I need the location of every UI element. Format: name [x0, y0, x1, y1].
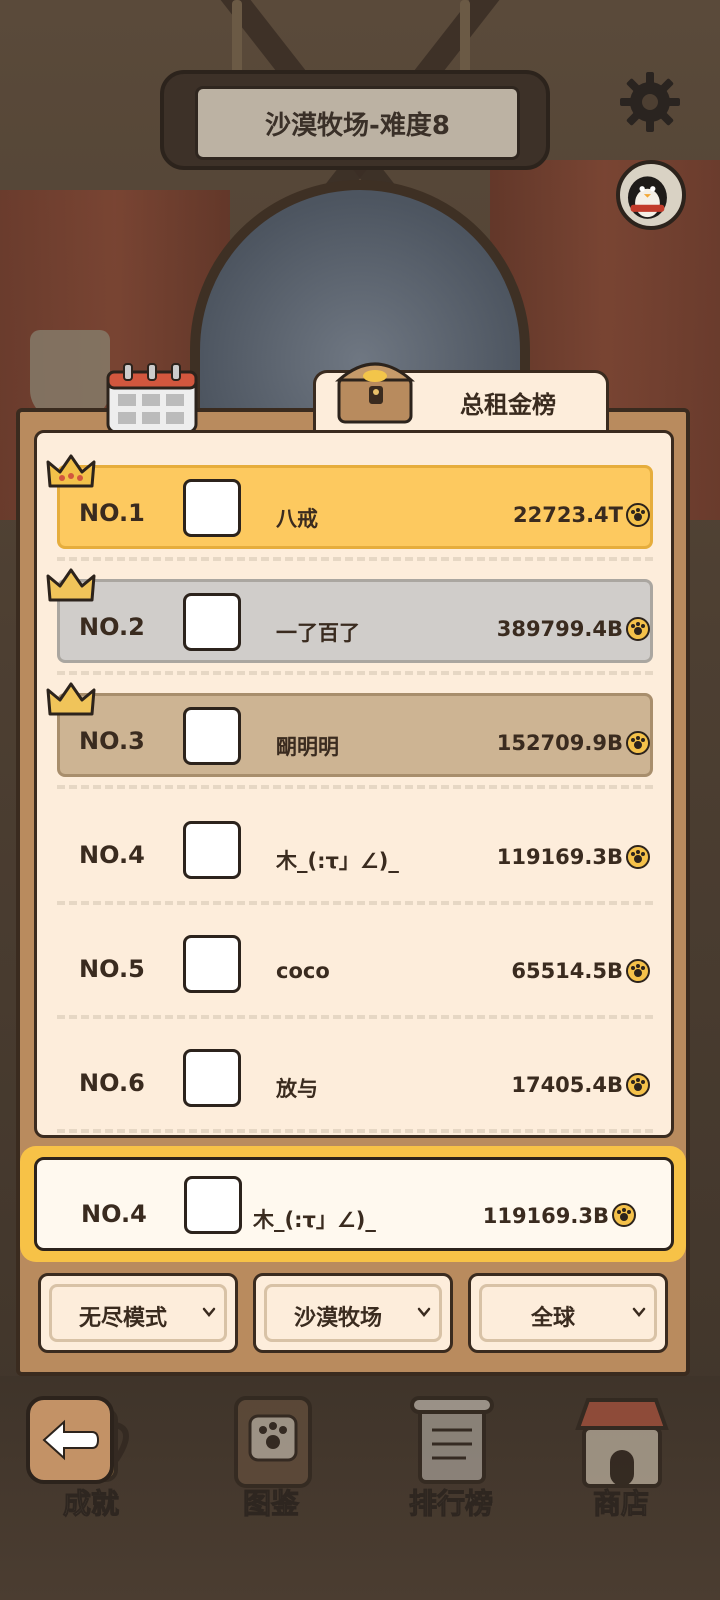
player-score: 65514.5B [511, 959, 623, 983]
nav-label: 成就 [62, 1487, 119, 1521]
tab-total-rent-label: 总租金榜 [460, 391, 556, 419]
bronze-crown-icon [46, 682, 96, 716]
player-avatar[interactable] [183, 479, 241, 537]
row-rank: NO.2 [79, 613, 145, 641]
row-divider [57, 901, 653, 905]
silver-crown-icon [46, 568, 96, 602]
mode-dropdown[interactable]: 无尽模式 [38, 1273, 238, 1353]
region-dropdown[interactable]: 全球 [468, 1273, 668, 1353]
player-name: 一了百了 [276, 621, 360, 645]
player-avatar[interactable] [183, 1049, 241, 1107]
paw-coin-icon [626, 1073, 650, 1097]
page-title: 沙漠牧场-难度8 [195, 86, 520, 160]
my-rank: NO.4 [81, 1200, 147, 1228]
row-divider [57, 671, 653, 675]
paw-coin-icon [626, 731, 650, 755]
paw-coin-icon [626, 959, 650, 983]
player-avatar[interactable] [183, 935, 241, 993]
paw-coin-icon [626, 617, 650, 641]
player-score: 389799.4B [496, 617, 623, 641]
nav-label: 排行榜 [408, 1487, 493, 1521]
chevron-down-icon [632, 1307, 646, 1317]
nav-label: 图鉴 [242, 1487, 299, 1521]
player-score: 119169.3B [496, 845, 623, 869]
player-score: 22723.4T [513, 503, 623, 527]
paw-book-icon [234, 1396, 312, 1488]
row-divider [57, 1015, 653, 1019]
avatar[interactable] [616, 160, 686, 230]
back-button[interactable] [26, 1396, 114, 1484]
region-label: 全球 [530, 1306, 575, 1331]
penguin-icon [627, 176, 667, 219]
chevron-down-icon [202, 1307, 216, 1317]
chevron-down-icon [417, 1307, 431, 1317]
paw-coin-icon [626, 503, 650, 527]
my-score: 119169.3B [482, 1204, 609, 1228]
player-name: 八戒 [276, 507, 318, 531]
paw-coin-icon [612, 1203, 636, 1227]
leaderboard-row[interactable]: NO.6 放与 17405.4B [37, 1035, 671, 1135]
row-divider [57, 785, 653, 789]
player-name: coco [276, 959, 330, 983]
leaderboard-list[interactable]: NO.1 八戒 22723.4T NO.2 一了百了 389799.4B NO.… [34, 430, 674, 1138]
player-avatar[interactable] [183, 707, 241, 765]
map-label: 沙漠牧场 [293, 1306, 382, 1331]
map-dropdown[interactable]: 沙漠牧场 [253, 1273, 453, 1353]
row-divider [57, 1129, 653, 1133]
gear-icon[interactable] [618, 70, 682, 134]
nav-encyclopedia[interactable]: 图鉴 [196, 1390, 346, 1530]
paw-coin-icon [626, 845, 650, 869]
mode-label: 无尽模式 [78, 1306, 167, 1331]
row-rank: NO.1 [79, 499, 145, 527]
row-rank: NO.5 [79, 955, 145, 983]
back-arrow-icon [42, 1419, 100, 1461]
row-divider [57, 557, 653, 561]
nav-label: 商店 [592, 1487, 649, 1521]
my-rank-row[interactable]: NO.4 木_(:τ」∠)_ 119169.3B [34, 1157, 674, 1251]
row-rank: NO.6 [79, 1069, 145, 1097]
my-avatar[interactable] [184, 1176, 242, 1234]
player-name: 朙明明 [276, 735, 339, 759]
nav-shop[interactable]: 商店 [546, 1390, 696, 1530]
row-rank: NO.4 [79, 841, 145, 869]
player-name: 放与 [276, 1077, 318, 1101]
player-score: 152709.9B [496, 731, 623, 755]
shop-icon [575, 1398, 669, 1488]
lamp [30, 330, 110, 420]
scroll-icon [410, 1396, 494, 1484]
gold-crown-icon [46, 454, 96, 488]
row-rank: NO.3 [79, 727, 145, 755]
player-name: 木_(:τ」∠)_ [276, 849, 399, 873]
player-score: 17405.4B [511, 1073, 623, 1097]
treasure-chest-icon [335, 362, 415, 424]
my-name: 木_(:τ」∠)_ [253, 1208, 376, 1232]
nav-leaderboard[interactable]: 排行榜 [376, 1390, 526, 1530]
player-avatar[interactable] [183, 821, 241, 879]
player-avatar[interactable] [183, 593, 241, 651]
calendar-icon[interactable] [104, 362, 200, 432]
